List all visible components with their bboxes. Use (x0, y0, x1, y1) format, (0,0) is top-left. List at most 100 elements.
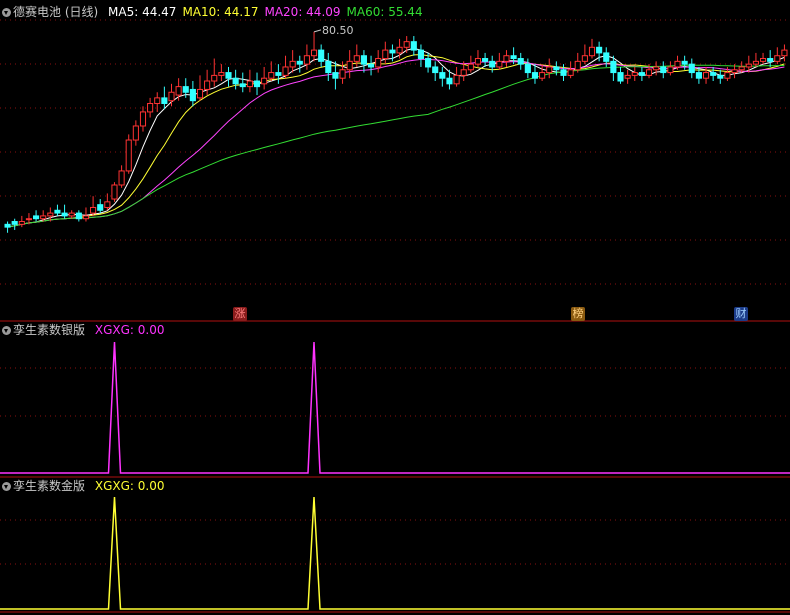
candle-body (410, 41, 417, 51)
candle-body (731, 69, 738, 74)
candle-body (339, 69, 346, 79)
event-tag-limit-up[interactable]: 涨 (233, 307, 247, 321)
candle-body (303, 55, 310, 65)
ma-legend-item: MA60: 55.44 (346, 5, 423, 19)
collapse-icon[interactable] (2, 326, 11, 335)
candle-body (318, 49, 325, 62)
indicator-title: 孪生素数金版 (13, 479, 86, 493)
candle-body (54, 209, 61, 214)
candle-body (139, 111, 147, 127)
candle-body (610, 60, 617, 74)
candle-body (25, 218, 33, 221)
candle-body (246, 80, 253, 88)
candle-body (90, 206, 97, 214)
ma-legend: MA5: 44.47 MA10: 44.17 MA20: 44.09 MA60: 55… (108, 5, 429, 19)
candle-body (147, 102, 154, 113)
candle-body (75, 212, 82, 220)
candle-body (781, 49, 788, 57)
candle-body (482, 58, 489, 62)
candle-body (204, 80, 211, 90)
candle-body (596, 46, 603, 54)
event-tag-ranking[interactable]: 榜 (571, 307, 585, 321)
candle-body (417, 49, 425, 60)
candle-body (474, 58, 482, 65)
candle-body (40, 215, 47, 220)
candle-body (239, 83, 246, 88)
peak-price-label: 80.50 (322, 24, 354, 37)
collapse-icon[interactable] (2, 8, 11, 17)
candle-body (674, 60, 681, 68)
candle-body (581, 55, 588, 62)
candle-body (745, 63, 752, 68)
candle-body (546, 66, 553, 74)
candle-body (510, 55, 517, 60)
candle-body (218, 72, 225, 76)
candle-body (603, 52, 610, 62)
candle-body (97, 204, 104, 211)
candle-body (104, 201, 111, 208)
candle-body (268, 72, 275, 79)
main-panel-header: 德赛电池 (日线) MA5: 44.47 MA10: 44.17 MA20: 44.… (2, 4, 435, 20)
candle-body (624, 74, 631, 79)
candle-body (439, 72, 446, 79)
candle-body (296, 60, 303, 65)
candle-body (759, 58, 767, 62)
candle-body (225, 72, 232, 79)
indicator-panel-2-header: 孪生素数金版 XGXG: 0.00 (2, 478, 170, 494)
candle-body (453, 74, 460, 85)
candle-body (738, 66, 745, 71)
candle-body (253, 80, 261, 88)
candle-body (517, 58, 524, 65)
candle-body (161, 97, 168, 104)
candle-body (118, 170, 125, 186)
candle-body (653, 66, 660, 71)
stock-chart-canvas: 80.50 (0, 19, 790, 613)
candle-body (588, 46, 596, 57)
candle-body (767, 58, 774, 62)
ma-line-ma5 (7, 47, 785, 228)
candle-body (567, 69, 574, 76)
candle-body (489, 60, 496, 68)
candle-body (68, 212, 75, 217)
signal-line-silver (0, 341, 790, 474)
candle-body (531, 72, 539, 79)
candle-body (332, 72, 339, 79)
candle-body (467, 63, 474, 71)
candle-body (82, 215, 90, 220)
candle-body (688, 63, 695, 74)
candle-body (196, 88, 204, 99)
event-tag-finance[interactable]: 财 (734, 307, 748, 321)
candle-body (154, 97, 161, 104)
indicator-title: 孪生素数银版 (13, 323, 86, 337)
candle-body (631, 72, 638, 76)
ma-legend-item: MA5: 44.47 (108, 5, 177, 19)
candle-body (325, 60, 332, 74)
candle-body (645, 69, 653, 76)
candle-body (724, 72, 731, 79)
candle-body (660, 66, 667, 74)
candle-body (61, 212, 68, 217)
candle-body (282, 66, 289, 76)
collapse-icon[interactable] (2, 482, 11, 491)
candle-body (168, 91, 175, 102)
candle-body (289, 60, 296, 68)
candle-body (375, 58, 382, 68)
candle-body (539, 72, 546, 79)
ma-legend-item: MA20: 44.09 (264, 5, 341, 19)
candle-body (460, 69, 467, 76)
ma-legend-item: MA10: 44.17 (182, 5, 259, 19)
candle-body (4, 223, 11, 228)
candle-body (389, 49, 396, 54)
candle-body (667, 66, 674, 74)
candle-body (425, 58, 432, 68)
candle-body (33, 215, 40, 220)
signal-series (0, 341, 790, 474)
candle-body (275, 72, 282, 76)
ma-line-ma10 (7, 54, 785, 228)
grid-lines (0, 19, 790, 613)
candle-body (346, 60, 353, 71)
candle-body (111, 184, 118, 200)
candle-body (232, 77, 239, 85)
moving-average-lines (7, 47, 785, 228)
candle-body (403, 41, 410, 48)
